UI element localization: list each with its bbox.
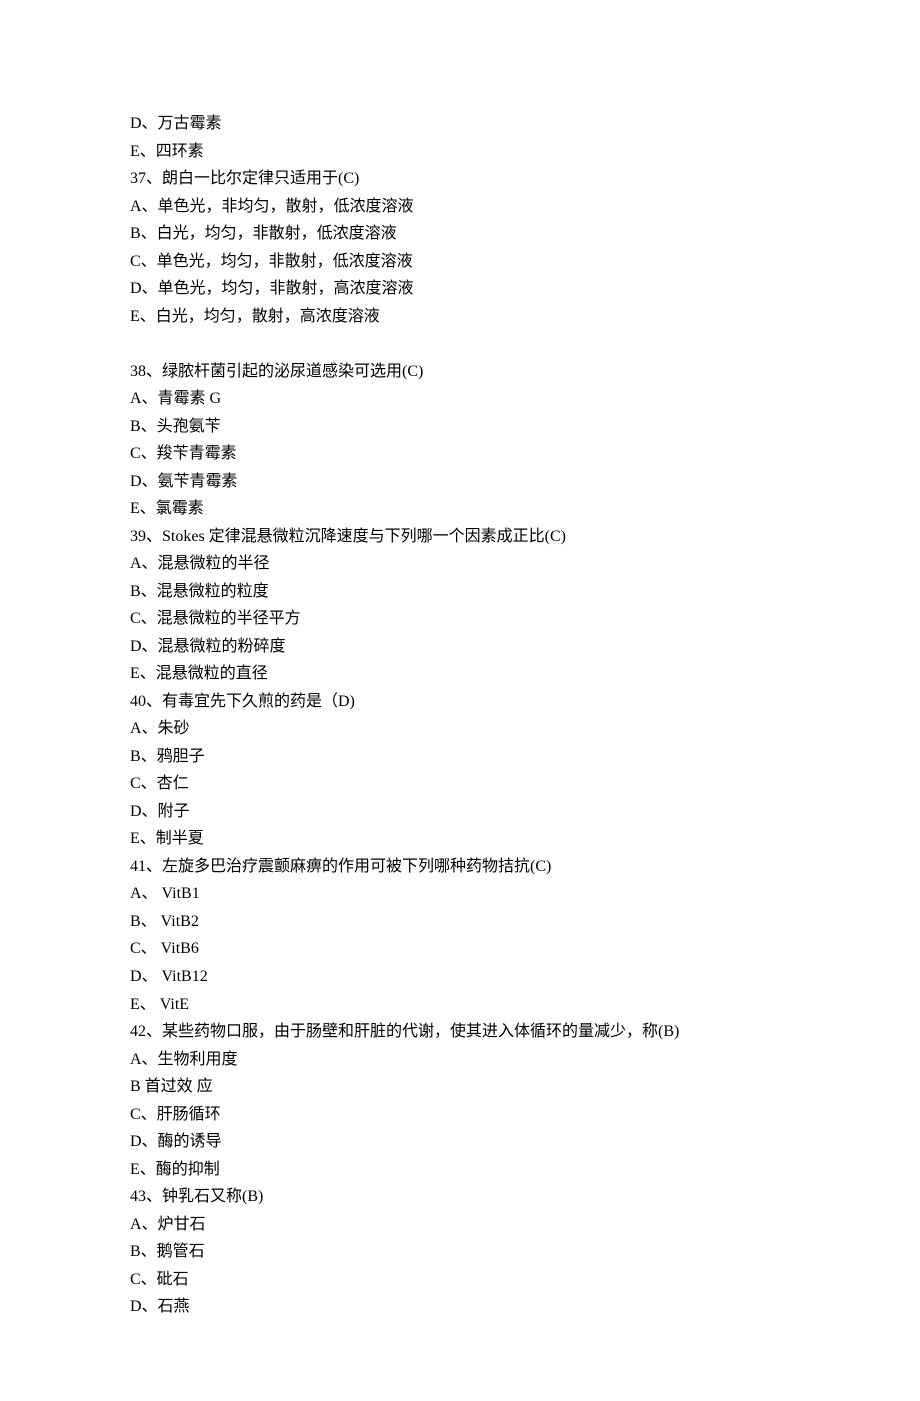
line: 39、Stokes 定律混悬微粒沉降速度与下列哪一个因素成正比(C) bbox=[130, 523, 790, 551]
line: C、肝肠循环 bbox=[130, 1101, 790, 1129]
line: E、酶的抑制 bbox=[130, 1156, 790, 1184]
line: E、氯霉素 bbox=[130, 495, 790, 523]
line: D、酶的诱导 bbox=[130, 1128, 790, 1156]
line: A、朱砂 bbox=[130, 715, 790, 743]
line: B、 VitB2 bbox=[130, 908, 790, 936]
line: B、头孢氨苄 bbox=[130, 413, 790, 441]
line: C、混悬微粒的半径平方 bbox=[130, 605, 790, 633]
line: A、炉甘石 bbox=[130, 1211, 790, 1239]
document-page: D、万古霉素 E、四环素 37、朗白一比尔定律只适用于(C) A、单色光，非均匀… bbox=[0, 0, 920, 1401]
line: E、四环素 bbox=[130, 138, 790, 166]
line: 38、绿脓杆菌引起的泌尿道感染可选用(C) bbox=[130, 358, 790, 386]
line: D、单色光，均匀，非散射，高浓度溶液 bbox=[130, 275, 790, 303]
line: 42、某些药物口服，由于肠壁和肝脏的代谢，使其进入体循环的量减少，称(B) bbox=[130, 1018, 790, 1046]
line: D、附子 bbox=[130, 798, 790, 826]
line: D、 VitB12 bbox=[130, 963, 790, 991]
line: D、氨苄青霉素 bbox=[130, 468, 790, 496]
line: B 首过效 应 bbox=[130, 1073, 790, 1101]
line: C、羧苄青霉素 bbox=[130, 440, 790, 468]
line: B、白光，均匀，非散射，低浓度溶液 bbox=[130, 220, 790, 248]
line: A、生物利用度 bbox=[130, 1046, 790, 1074]
line: E、制半夏 bbox=[130, 825, 790, 853]
line: A、混悬微粒的半径 bbox=[130, 550, 790, 578]
line: A、 VitB1 bbox=[130, 880, 790, 908]
line: C、 VitB6 bbox=[130, 935, 790, 963]
line: C、单色光，均匀，非散射，低浓度溶液 bbox=[130, 248, 790, 276]
line: D、石燕 bbox=[130, 1293, 790, 1321]
line: 43、钟乳石又称(B) bbox=[130, 1183, 790, 1211]
line: 40、有毒宜先下久煎的药是（D) bbox=[130, 688, 790, 716]
line: B、鹅管石 bbox=[130, 1238, 790, 1266]
line: B、鸦胆子 bbox=[130, 743, 790, 771]
line: B、混悬微粒的粒度 bbox=[130, 578, 790, 606]
blank-line bbox=[130, 330, 790, 358]
line: E、 VitE bbox=[130, 991, 790, 1019]
line: C、杏仁 bbox=[130, 770, 790, 798]
line: A、青霉素 G bbox=[130, 385, 790, 413]
line: D、万古霉素 bbox=[130, 110, 790, 138]
line: 37、朗白一比尔定律只适用于(C) bbox=[130, 165, 790, 193]
line: D、混悬微粒的粉碎度 bbox=[130, 633, 790, 661]
line: 41、左旋多巴治疗震颤麻痹的作用可被下列哪种药物拮抗(C) bbox=[130, 853, 790, 881]
line: E、混悬微粒的直径 bbox=[130, 660, 790, 688]
line: C、砒石 bbox=[130, 1266, 790, 1294]
line: A、单色光，非均匀，散射，低浓度溶液 bbox=[130, 193, 790, 221]
line: E、白光，均匀，散射，高浓度溶液 bbox=[130, 303, 790, 331]
